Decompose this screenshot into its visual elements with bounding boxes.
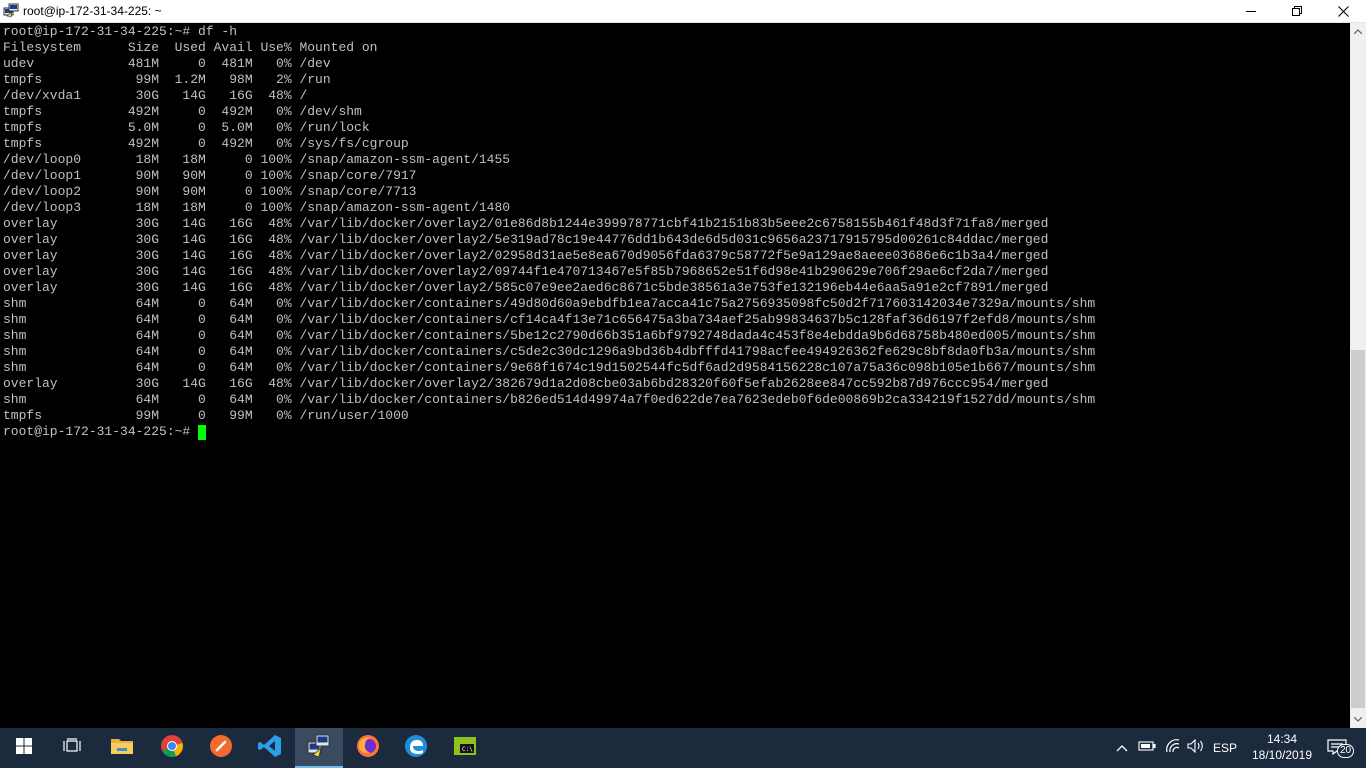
terminal-line: /dev/xvda1 30G 14G 16G 48% / [3,88,308,103]
input-language-button[interactable]: ESP [1210,728,1240,768]
taskbar-putty[interactable] [295,728,343,768]
action-center-button[interactable]: 20 [1320,728,1360,768]
volume-tray-button[interactable] [1185,728,1207,768]
wifi-icon [1164,738,1182,758]
start-button[interactable] [0,728,48,768]
terminal-cursor [198,425,207,440]
chevron-up-icon [1116,739,1128,757]
terminal-line: overlay 30G 14G 16G 48% /var/lib/docker/… [3,216,1049,231]
taskbar-firefox[interactable] [344,728,392,768]
terminal-output: root@ip-172-31-34-225:~# df -h Filesystem… [3,24,1095,440]
terminal-line: /dev/loop3 18M 18M 0 100% /snap/amazon-s… [3,200,511,215]
title-bar: root@ip-172-31-34-225: ~ [0,0,1366,23]
terminal-line: root@ip-172-31-34-225:~# df -h [3,24,238,39]
vertical-scrollbar[interactable] [1350,23,1366,728]
clock[interactable]: 14:34 18/10/2019 [1244,731,1320,763]
edge-icon [404,734,428,763]
show-hidden-icons-button[interactable] [1112,728,1132,768]
scroll-down-button[interactable] [1350,711,1366,728]
taskbar: C:\ ESP 14:34 18/10/2019 20 [0,728,1366,768]
terminal-line: Filesystem Size Used Avail Use% Mounted … [3,40,378,55]
terminal-line: overlay 30G 14G 16G 48% /var/lib/docker/… [3,248,1049,263]
scroll-thumb[interactable] [1351,350,1365,708]
terminal-line: /dev/loop0 18M 18M 0 100% /snap/amazon-s… [3,152,511,167]
terminal-line: shm 64M 0 64M 0% /var/lib/docker/contain… [3,296,1096,311]
battery-icon [1138,739,1156,757]
svg-text:C:\: C:\ [462,746,473,753]
terminal-line: overlay 30G 14G 16G 48% /var/lib/docker/… [3,280,1049,295]
clock-date: 18/10/2019 [1251,748,1313,762]
terminal-line: shm 64M 0 64M 0% /var/lib/docker/contain… [3,360,1096,375]
terminal-area[interactable]: root@ip-172-31-34-225:~# df -h Filesystem… [0,23,1350,728]
taskbar-sublime-text[interactable] [197,728,245,768]
taskbar-file-explorer[interactable] [98,728,146,768]
terminal-line: shm 64M 0 64M 0% /var/lib/docker/contain… [3,312,1096,327]
taskbar-edge[interactable] [392,728,440,768]
terminal-prompt: root@ip-172-31-34-225:~# [3,424,199,439]
terminal-line: overlay 30G 14G 16G 48% /var/lib/docker/… [3,376,1049,391]
terminal-line: /dev/loop2 90M 90M 0 100% /snap/core/771… [3,184,417,199]
terminal-line: /dev/loop1 90M 90M 0 100% /snap/core/791… [3,168,417,183]
firefox-icon [356,734,380,763]
putty-icon [306,733,332,764]
wifi-tray-button[interactable] [1162,728,1184,768]
terminal-line: tmpfs 492M 0 492M 0% /sys/fs/cgroup [3,136,409,151]
terminal-line: shm 64M 0 64M 0% /var/lib/docker/contain… [3,344,1096,359]
terminal-icon: C:\ [452,734,478,763]
restore-button[interactable] [1274,0,1320,22]
clock-time: 14:34 [1266,732,1298,746]
terminal-prompt-line: root@ip-172-31-34-225:~# [3,424,1095,440]
terminal-line: shm 64M 0 64M 0% /var/lib/docker/contain… [3,328,1096,343]
terminal-line: tmpfs 99M 1.2M 98M 2% /run [3,72,331,87]
terminal-line: shm 64M 0 64M 0% /var/lib/docker/contain… [3,392,1096,407]
language-indicator: ESP [1212,741,1237,755]
taskbar-chrome[interactable] [148,728,196,768]
terminal-line: overlay 30G 14G 16G 48% /var/lib/docker/… [3,264,1049,279]
terminal-line: tmpfs 5.0M 0 5.0M 0% /run/lock [3,120,370,135]
putty-icon[interactable] [3,3,19,19]
windows-start-icon [16,737,32,759]
window-title: root@ip-172-31-34-225: ~ [23,4,162,18]
sublime-text-icon [209,734,233,763]
file-explorer-icon [110,736,134,761]
terminal-line: overlay 30G 14G 16G 48% /var/lib/docker/… [3,232,1049,247]
task-view-button[interactable] [48,728,96,768]
vscode-icon [258,734,282,763]
battery-tray-button[interactable] [1136,728,1158,768]
taskbar-vscode[interactable] [246,728,294,768]
chrome-icon [160,734,184,763]
volume-icon [1187,738,1205,758]
terminal-line: tmpfs 492M 0 492M 0% /dev/shm [3,104,362,119]
taskbar-terminal[interactable]: C:\ [441,728,489,768]
task-view-icon [63,737,81,759]
terminal-line: udev 481M 0 481M 0% /dev [3,56,331,71]
notification-count-badge: 20 [1337,744,1355,758]
terminal-line: tmpfs 99M 0 99M 0% /run/user/1000 [3,408,409,423]
close-button[interactable] [1320,0,1366,22]
notification-icon: 20 [1327,737,1355,759]
scroll-up-button[interactable] [1350,23,1366,40]
minimize-button[interactable] [1228,0,1274,22]
